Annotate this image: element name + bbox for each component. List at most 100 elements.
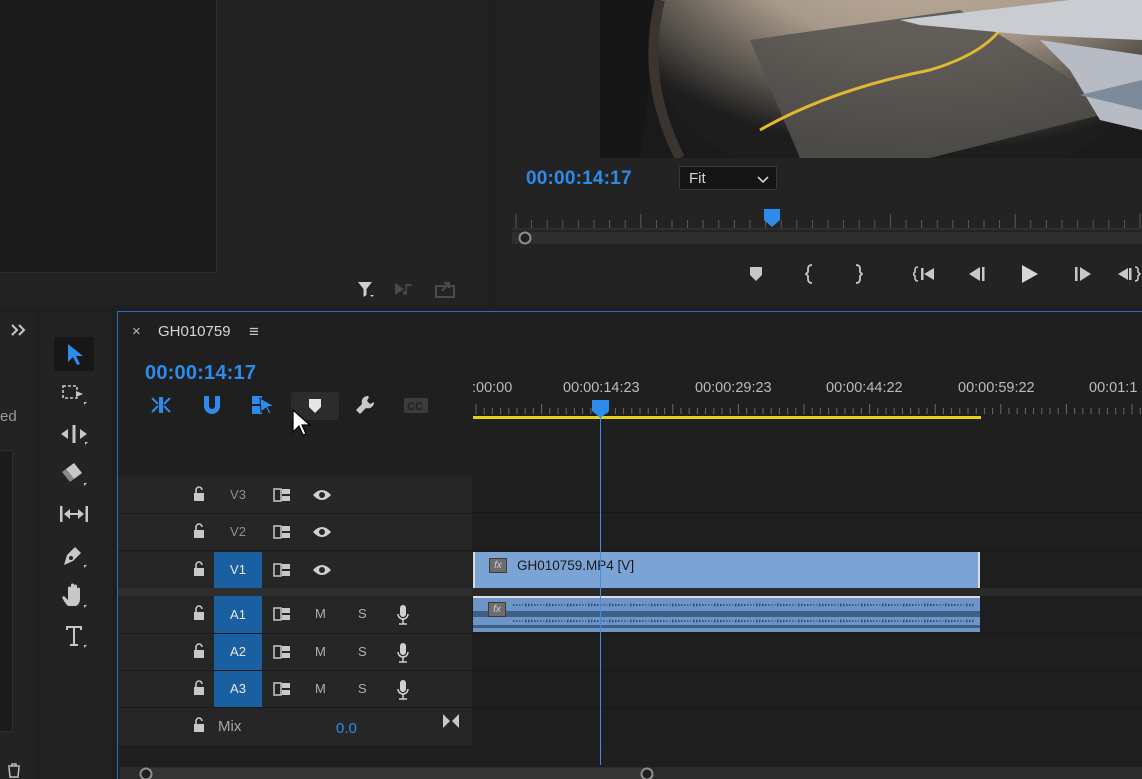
ripple-edit-tool-icon[interactable] xyxy=(54,417,94,451)
mute-button[interactable]: M xyxy=(315,596,326,632)
step-forward-icon[interactable] xyxy=(1068,258,1098,290)
eye-icon[interactable] xyxy=(312,525,332,539)
solo-button[interactable]: S xyxy=(358,596,367,632)
track-target-v2[interactable]: V2 xyxy=(214,514,262,550)
lock-icon[interactable] xyxy=(192,523,206,539)
lock-icon[interactable] xyxy=(192,680,206,696)
go-to-out-icon[interactable] xyxy=(1118,258,1142,290)
ruler-label: :00:00 xyxy=(472,380,513,396)
type-tool-icon[interactable] xyxy=(54,619,94,653)
timeline-zoom-scrollbar[interactable] xyxy=(120,764,1142,779)
zoom-level-value: Fit xyxy=(689,170,706,187)
chevron-down-icon xyxy=(756,167,770,191)
mix-label: Mix xyxy=(218,718,242,735)
lock-icon[interactable] xyxy=(192,561,206,577)
lock-icon[interactable] xyxy=(192,605,206,621)
mark-in-icon[interactable] xyxy=(798,258,822,290)
project-panel xyxy=(0,0,488,305)
ruler-label: 00:00:29:23 xyxy=(695,380,772,396)
mute-button[interactable]: M xyxy=(315,671,326,707)
video-clip[interactable]: fx GH010759.MP4 [V] xyxy=(473,552,980,588)
wrench-icon[interactable] xyxy=(353,393,377,417)
sync-lock-icon[interactable] xyxy=(273,562,291,578)
sequence-tab-title[interactable]: GH010759 xyxy=(158,323,231,340)
close-tab-button[interactable]: × xyxy=(132,323,141,340)
mix-volume-value[interactable]: 0.0 xyxy=(336,720,357,737)
solo-button[interactable]: S xyxy=(358,671,367,707)
project-bin-list[interactable] xyxy=(0,0,217,273)
lane-v3[interactable] xyxy=(472,476,1142,513)
lane-a2[interactable] xyxy=(472,634,1142,671)
hand-tool-icon[interactable] xyxy=(54,579,94,613)
captions-icon[interactable]: CC xyxy=(403,397,429,414)
program-playhead[interactable] xyxy=(764,208,780,228)
track-target-a1[interactable]: A1 xyxy=(214,596,262,633)
selection-tool-icon[interactable] xyxy=(54,337,94,371)
step-back-icon[interactable] xyxy=(962,258,992,290)
lane-v2[interactable] xyxy=(472,514,1142,551)
track-header-a1: A1 M S xyxy=(118,596,472,634)
fx-badge[interactable]: fx xyxy=(489,558,507,573)
fx-badge[interactable]: fx xyxy=(488,602,506,617)
video-clip-label: GH010759.MP4 [V] xyxy=(517,558,635,573)
program-timecode[interactable]: 00:00:14:17 xyxy=(526,168,632,190)
mute-button[interactable]: M xyxy=(315,634,326,670)
lock-icon[interactable] xyxy=(192,486,206,502)
lock-icon[interactable] xyxy=(192,717,206,733)
slip-tool-icon[interactable] xyxy=(54,497,94,531)
work-area-bar[interactable] xyxy=(473,416,981,419)
solo-button[interactable]: S xyxy=(358,634,367,670)
svg-text:CC: CC xyxy=(407,401,423,413)
project-partial-label: ed xyxy=(0,408,17,425)
lock-icon[interactable] xyxy=(192,643,206,659)
play-icon[interactable] xyxy=(1014,258,1044,290)
sync-lock-icon[interactable] xyxy=(273,681,291,697)
project-list-edge[interactable] xyxy=(0,450,13,732)
transport-controls xyxy=(740,258,1142,290)
add-marker-icon[interactable] xyxy=(744,258,768,290)
linked-selection-icon[interactable] xyxy=(250,394,276,416)
sync-lock-icon[interactable] xyxy=(273,524,291,540)
audio-out-icon[interactable] xyxy=(394,281,418,297)
sync-lock-icon[interactable] xyxy=(273,644,291,660)
zoom-level-select[interactable]: Fit xyxy=(679,166,777,190)
razor-tool-icon[interactable] xyxy=(54,457,94,491)
track-target-v1[interactable]: V1 xyxy=(214,552,262,588)
timeline-ruler[interactable]: :00:00 00:00:14:23 00:00:29:23 00:00:44:… xyxy=(472,376,1142,420)
video-audio-divider[interactable] xyxy=(118,588,472,596)
go-to-in-icon[interactable] xyxy=(910,258,940,290)
go-to-mixer-icon[interactable] xyxy=(442,713,460,729)
panel-menu-icon[interactable]: ≡ xyxy=(249,322,259,342)
export-icon[interactable] xyxy=(434,279,458,299)
mic-icon[interactable] xyxy=(396,604,410,626)
pen-tool-icon[interactable] xyxy=(54,539,94,573)
sync-lock-icon[interactable] xyxy=(273,487,291,503)
program-zoom-scrollbar[interactable] xyxy=(512,231,1142,245)
track-header-v1: V1 xyxy=(118,552,472,589)
track-select-tool-icon[interactable] xyxy=(54,377,94,411)
eye-icon[interactable] xyxy=(312,563,332,577)
nest-icon[interactable] xyxy=(148,394,174,416)
audio-clip[interactable]: fx xyxy=(473,596,980,632)
track-target-a2[interactable]: A2 xyxy=(214,634,262,670)
trash-icon[interactable] xyxy=(6,762,22,778)
track-header-mix: Mix 0.0 xyxy=(118,708,472,747)
program-video-frame[interactable] xyxy=(600,0,1142,158)
mark-out-icon[interactable] xyxy=(846,258,870,290)
track-headers: V3 V2 V1 A1 M S A2 M S A3 M S Mix 0.0 xyxy=(118,476,472,747)
lane-divider[interactable] xyxy=(472,588,1142,596)
mic-icon[interactable] xyxy=(396,642,410,664)
program-time-ruler[interactable] xyxy=(512,210,1142,230)
track-target-a3[interactable]: A3 xyxy=(214,671,262,707)
mic-icon[interactable] xyxy=(396,679,410,701)
sync-lock-icon[interactable] xyxy=(273,606,291,622)
timeline-playhead-line[interactable] xyxy=(600,412,601,765)
track-target-v3[interactable]: V3 xyxy=(214,477,262,513)
track-header-a3: A3 M S xyxy=(118,671,472,708)
lane-a3[interactable] xyxy=(472,671,1142,708)
timeline-timecode[interactable]: 00:00:14:17 xyxy=(145,362,256,385)
filter-icon[interactable] xyxy=(356,280,376,300)
eye-icon[interactable] xyxy=(312,488,332,502)
snap-icon[interactable] xyxy=(200,394,224,416)
panel-overflow-icon[interactable] xyxy=(10,322,28,338)
